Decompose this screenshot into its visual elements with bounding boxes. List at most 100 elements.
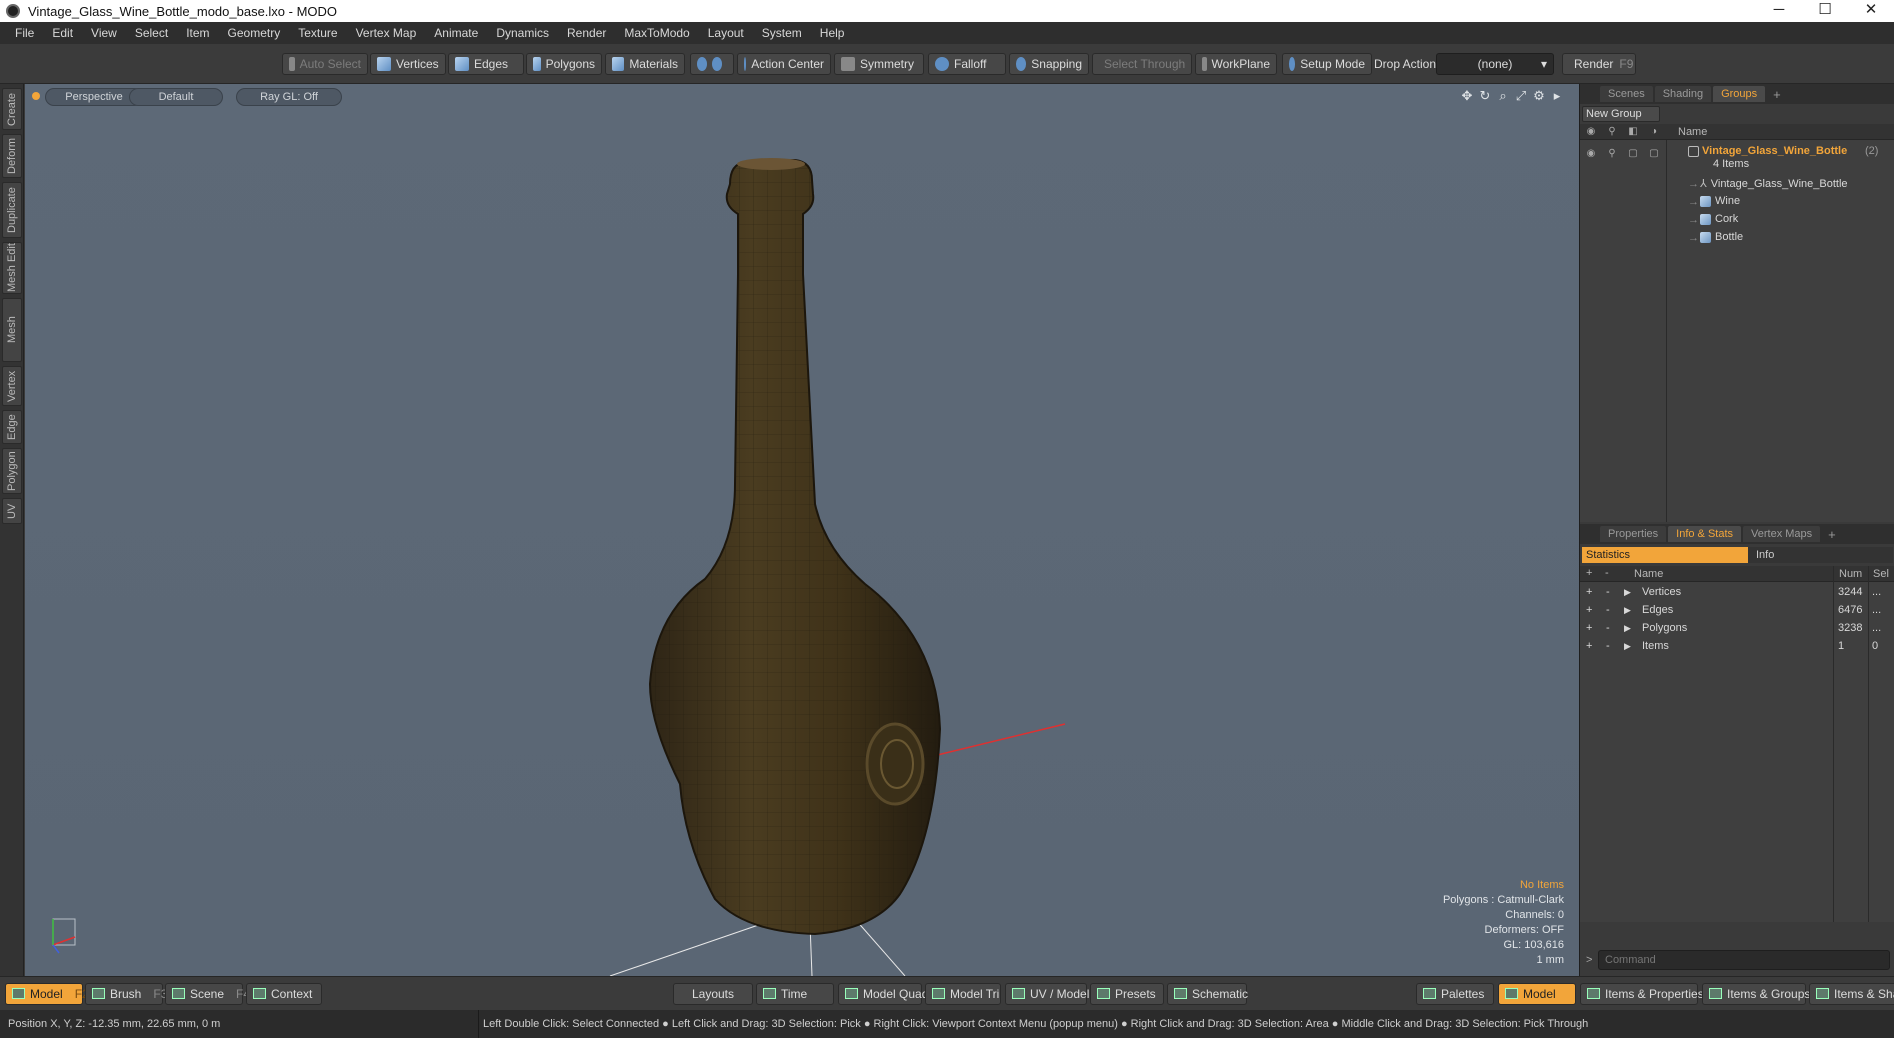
select-through-button[interactable]: Select Through: [1092, 53, 1192, 75]
schematic-layout-button[interactable]: Schematic: [1167, 983, 1248, 1005]
time-layout-button[interactable]: Time: [756, 983, 834, 1005]
menu-item[interactable]: Item: [177, 26, 218, 40]
tab-info-stats[interactable]: Info & Stats: [1668, 526, 1742, 542]
tab-create[interactable]: Create: [2, 88, 22, 130]
menu-help[interactable]: Help: [811, 26, 854, 40]
status-bar: Position X, Y, Z: -12.35 mm, 22.65 mm, 0…: [0, 1010, 1894, 1038]
row-add-icon[interactable]: +: [1586, 622, 1592, 634]
row-remove-icon[interactable]: -: [1606, 604, 1610, 616]
layouts-button[interactable]: Layouts: [673, 983, 753, 1005]
tab-properties[interactable]: Properties: [1600, 526, 1667, 542]
presets-layout-button[interactable]: Presets: [1090, 983, 1164, 1005]
menu-maxtomodo[interactable]: MaxToModo: [615, 26, 698, 40]
tab-deform[interactable]: Deform: [2, 134, 22, 178]
expand-triangle-icon[interactable]: ▶: [1624, 587, 1631, 598]
workplane-button[interactable]: WorkPlane: [1195, 53, 1277, 75]
model-tri-button[interactable]: Model Tri: [925, 983, 1001, 1005]
menu-view[interactable]: View: [82, 26, 126, 40]
new-group-button[interactable]: New Group: [1582, 106, 1660, 122]
row-remove-icon[interactable]: -: [1606, 640, 1610, 652]
minimize-button[interactable]: ─: [1756, 0, 1802, 22]
table-row[interactable]: + - ▶ Edges 6476 ...: [1580, 604, 1894, 622]
collapse-all-icon[interactable]: -: [1605, 567, 1609, 579]
expand-triangle-icon[interactable]: ▶: [1624, 623, 1631, 634]
menu-layout[interactable]: Layout: [699, 26, 753, 40]
symmetry-button[interactable]: Symmetry: [834, 53, 924, 75]
palettes-button[interactable]: Palettes: [1416, 983, 1494, 1005]
falloff-button[interactable]: Falloff: [928, 53, 1006, 75]
table-row[interactable]: + - ▶ Vertices 3244 ...: [1580, 586, 1894, 604]
model-quad-button[interactable]: Model Quad: [838, 983, 928, 1005]
items-shading-button[interactable]: Items & Shadi: [1809, 983, 1894, 1005]
menu-animate[interactable]: Animate: [425, 26, 487, 40]
maximize-button[interactable]: ☐: [1802, 0, 1848, 22]
visibility-eye-icon[interactable]: ◉: [1585, 126, 1597, 138]
menu-select[interactable]: Select: [126, 26, 177, 40]
menu-dynamics[interactable]: Dynamics: [487, 26, 558, 40]
expand-all-icon[interactable]: +: [1586, 567, 1592, 579]
list-item[interactable]: → Bottle: [1580, 230, 1894, 248]
tab-uv[interactable]: UV: [2, 498, 22, 524]
tab-scenes[interactable]: Scenes: [1600, 86, 1653, 102]
menu-system[interactable]: System: [753, 26, 811, 40]
add-tab-icon[interactable]: +: [1773, 87, 1781, 102]
model-layout-button[interactable]: Model F2: [5, 983, 89, 1005]
uv-model-button[interactable]: UV / Model: [1005, 983, 1089, 1005]
menu-texture[interactable]: Texture: [289, 26, 346, 40]
tab-edge[interactable]: Edge: [2, 410, 22, 444]
menu-render[interactable]: Render: [558, 26, 615, 40]
tab-info[interactable]: Info: [1748, 547, 1893, 563]
tab-mesh-edit[interactable]: Mesh Edit: [2, 242, 22, 294]
select-toggle-icon[interactable]: ◑: [1648, 126, 1660, 138]
tab-groups[interactable]: Groups: [1713, 86, 1766, 102]
snapping-button[interactable]: Snapping: [1009, 53, 1089, 75]
vertices-button[interactable]: Vertices: [370, 53, 446, 75]
row-remove-icon[interactable]: -: [1606, 586, 1610, 598]
tab-shading[interactable]: Shading: [1654, 86, 1712, 102]
tab-mesh-fusion[interactable]: Mesh Fusion: [2, 298, 36, 362]
expand-triangle-icon[interactable]: ▶: [1624, 641, 1631, 652]
drop-action-dropdown[interactable]: (none) ▾: [1436, 53, 1554, 75]
menu-geometry[interactable]: Geometry: [219, 26, 290, 40]
row-remove-icon[interactable]: -: [1606, 622, 1610, 634]
selection-sets-button[interactable]: [690, 53, 734, 75]
expand-triangle-icon[interactable]: ▶: [1624, 605, 1631, 616]
setup-mode-button[interactable]: Setup Mode: [1282, 53, 1372, 75]
tab-duplicate[interactable]: Duplicate: [2, 182, 22, 238]
tab-vertex[interactable]: Vertex: [2, 366, 22, 406]
brush-layout-button[interactable]: Brush F3: [85, 983, 167, 1005]
command-input[interactable]: [1598, 950, 1890, 970]
window-title: Vintage_Glass_Wine_Bottle_modo_base.lxo …: [28, 3, 338, 19]
menu-vertex-map[interactable]: Vertex Map: [347, 26, 426, 40]
polygons-button[interactable]: Polygons: [526, 53, 602, 75]
3d-viewport[interactable]: Perspective Default Ray GL: Off ✥ ↻ ⌕ ⤢ …: [25, 84, 1579, 976]
list-item[interactable]: → ⅄ Vintage_Glass_Wine_Bottle: [1580, 176, 1894, 194]
tab-polygon[interactable]: Polygon: [2, 448, 22, 494]
render-button[interactable]: Render F9: [1562, 53, 1636, 75]
add-tab-icon[interactable]: +: [1828, 527, 1836, 542]
items-groups-button[interactable]: Items & Groups: [1702, 983, 1810, 1005]
materials-button[interactable]: Materials: [605, 53, 685, 75]
lock-icon[interactable]: ⚲: [1606, 126, 1618, 138]
context-layout-button[interactable]: Context: [246, 983, 322, 1005]
list-item[interactable]: → Cork: [1580, 212, 1894, 230]
tree-branch-icon: →: [1688, 232, 1699, 244]
model-tab-right[interactable]: Model: [1498, 983, 1576, 1005]
tab-statistics[interactable]: Statistics: [1582, 547, 1748, 563]
close-button[interactable]: ✕: [1848, 0, 1894, 22]
row-add-icon[interactable]: +: [1586, 604, 1592, 616]
list-item[interactable]: → Wine: [1580, 194, 1894, 212]
items-properties-button[interactable]: Items & Properties: [1580, 983, 1704, 1005]
menu-file[interactable]: File: [6, 26, 43, 40]
auto-select-button[interactable]: Auto Select: [282, 53, 368, 75]
edges-button[interactable]: Edges: [448, 53, 524, 75]
table-row[interactable]: + - ▶ Polygons 3238 ...: [1580, 622, 1894, 640]
scene-layout-button[interactable]: Scene F4: [165, 983, 250, 1005]
action-center-button[interactable]: Action Center: [737, 53, 831, 75]
render-toggle-icon[interactable]: ◧: [1627, 126, 1639, 138]
menu-edit[interactable]: Edit: [43, 26, 82, 40]
row-add-icon[interactable]: +: [1586, 586, 1592, 598]
tab-vertex-maps[interactable]: Vertex Maps: [1743, 526, 1821, 542]
table-row[interactable]: + - ▶ Items 1 0: [1580, 640, 1894, 658]
row-add-icon[interactable]: +: [1586, 640, 1592, 652]
